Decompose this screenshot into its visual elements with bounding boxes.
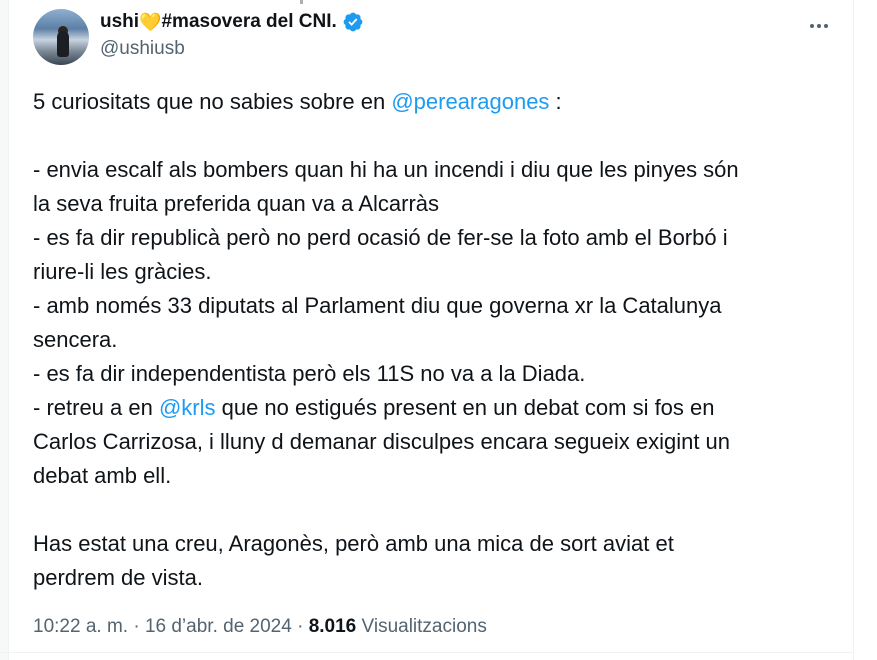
- verified-badge-icon: [343, 12, 363, 32]
- views-count[interactable]: 8.016: [309, 616, 357, 637]
- author-name-suffix: #masovera del CNI.: [161, 11, 337, 32]
- tweet-text: 5 curiositats que no sabies sobre en @pe…: [33, 85, 833, 595]
- tweet-line: Has estat una creu, Aragonès, però amb u…: [33, 531, 674, 556]
- divider: [0, 652, 854, 653]
- tweet-detail-panel: ushi 💛 #masovera del CNI. @ushiusb 5 cur…: [0, 0, 854, 660]
- avatar[interactable]: [33, 9, 89, 65]
- text-segment: :: [549, 89, 562, 114]
- author-block: ushi 💛 #masovera del CNI. @ushiusb: [100, 9, 364, 61]
- author-name: ushi: [100, 11, 140, 32]
- tweet-line: - retreu a en @krls que no estigués pres…: [33, 391, 833, 425]
- tweet-intro: 5 curiositats que no sabies sobre en @pe…: [33, 85, 833, 119]
- tweet-line: perdrem de vista.: [33, 565, 203, 590]
- tweet-line: debat amb ell.: [33, 463, 172, 488]
- views-label: Visualitzacions: [361, 616, 487, 637]
- text-segment: - retreu a en: [33, 395, 159, 420]
- meta-separator: ·: [297, 616, 304, 637]
- tweet-line: Carlos Carrizosa, i lluny d demanar disc…: [33, 429, 731, 454]
- tweet-line: - amb només 33 diputats al Parlament diu…: [33, 293, 722, 318]
- author-handle[interactable]: @ushiusb: [100, 37, 364, 61]
- tweet-line: - es fa dir republicà però no perd ocasi…: [33, 225, 728, 250]
- author-display-name[interactable]: ushi 💛 #masovera del CNI.: [100, 9, 364, 35]
- tweet-time[interactable]: 10:22 a. m.: [33, 616, 128, 637]
- meta-separator: ·: [133, 616, 140, 637]
- tweet-line: la seva fruita preferida quan va a Alcar…: [33, 191, 440, 216]
- mention-link[interactable]: @perearagones: [391, 89, 549, 114]
- dot-icon: [824, 24, 828, 28]
- dot-icon: [810, 24, 814, 28]
- tweet-line: riure-li les gràcies.: [33, 259, 212, 284]
- panel-edge: [0, 0, 9, 660]
- tweet-date[interactable]: 16 d’abr. de 2024: [145, 616, 292, 637]
- text-segment: que no estigués present en un debat com …: [215, 395, 715, 420]
- mention-link[interactable]: @krls: [159, 395, 216, 420]
- tweet-meta: 10:22 a. m. · 16 d’abr. de 2024 · 8.016 …: [33, 612, 487, 642]
- tweet-header: ushi 💛 #masovera del CNI. @ushiusb: [33, 9, 833, 65]
- dot-icon: [817, 24, 821, 28]
- more-options-icon[interactable]: [806, 13, 832, 39]
- scroll-remnant: [300, 0, 303, 4]
- tweet-line: - es fa dir independentista però els 11S…: [33, 361, 586, 386]
- tweet-line: - envia escalf als bombers quan hi ha un…: [33, 157, 739, 182]
- text-segment: 5 curiositats que no sabies sobre en: [33, 89, 392, 114]
- tweet-line: sencera.: [33, 327, 118, 352]
- heart-emoji-icon: 💛: [139, 12, 162, 32]
- avatar-figure-body: [57, 31, 69, 57]
